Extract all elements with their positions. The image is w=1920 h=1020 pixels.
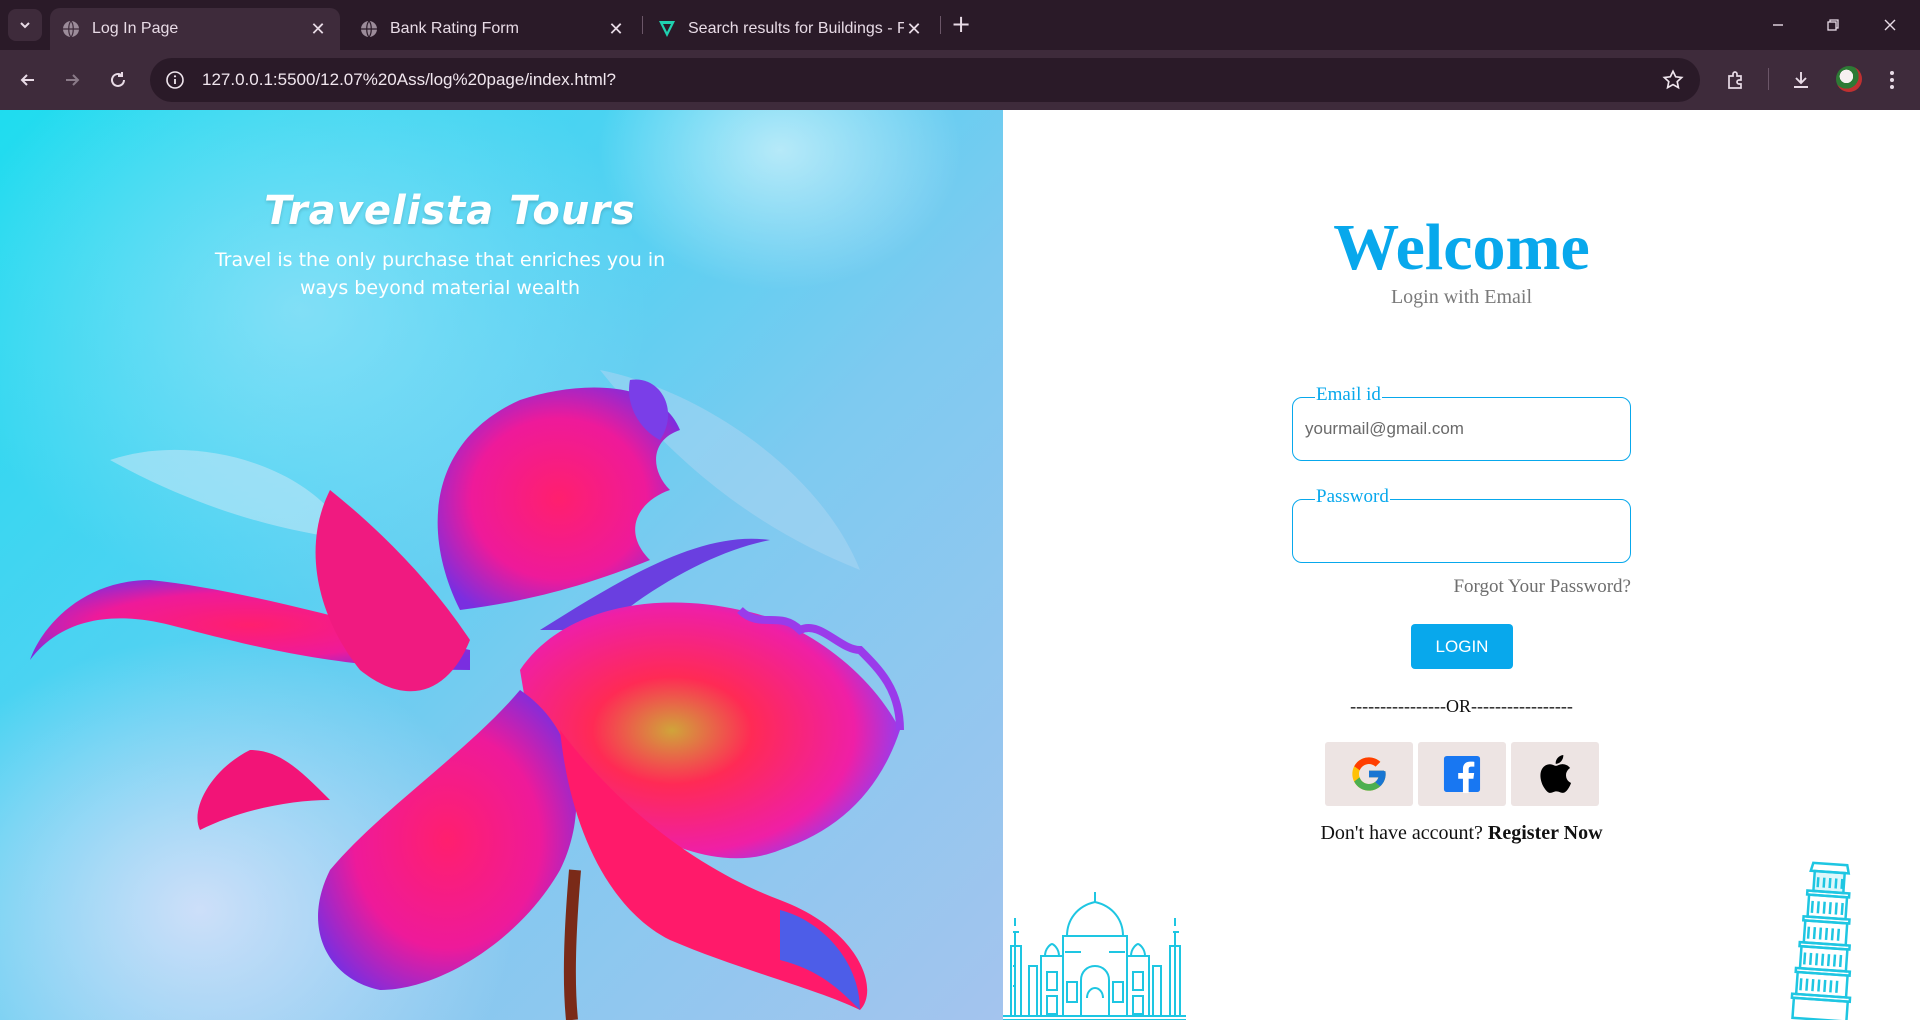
reload-button[interactable] xyxy=(102,64,134,96)
address-bar[interactable]: 127.0.0.1:5500/12.07%20Ass/log%20page/in… xyxy=(150,58,1700,102)
welcome-heading: Welcome xyxy=(1333,211,1590,284)
download-icon xyxy=(1794,72,1808,88)
apple-icon xyxy=(1540,755,1572,793)
tab-separator xyxy=(642,16,643,34)
password-input[interactable] xyxy=(1305,514,1615,548)
password-field[interactable]: Password xyxy=(1292,486,1631,563)
globe-icon xyxy=(63,20,79,38)
close-window-button[interactable] xyxy=(1875,10,1905,40)
password-label: Password xyxy=(1315,486,1390,508)
google-icon xyxy=(1352,757,1386,791)
reload-icon xyxy=(111,72,125,87)
restore-button[interactable] xyxy=(1818,10,1848,40)
flaticon-icon xyxy=(659,21,675,37)
or-divider: ----------------OR----------------- xyxy=(1350,696,1573,716)
email-input[interactable] xyxy=(1305,412,1615,446)
register-prompt-text: Don't have account? xyxy=(1320,822,1483,844)
email-field[interactable]: Email id xyxy=(1292,384,1631,461)
back-button[interactable] xyxy=(12,64,44,96)
globe-icon xyxy=(361,20,377,38)
apple-login-button[interactable] xyxy=(1511,742,1599,806)
tab-search-button[interactable] xyxy=(8,9,42,41)
arrow-right-icon xyxy=(66,74,80,86)
login-subtitle: Login with Email xyxy=(1390,286,1533,308)
email-label: Email id xyxy=(1315,384,1382,406)
close-icon xyxy=(1884,19,1896,31)
bookmark-star-icon[interactable] xyxy=(1662,69,1684,91)
close-icon[interactable]: ✕ xyxy=(904,19,924,39)
page-content: Travelista Tours Travel is the only purc… xyxy=(0,110,1920,1020)
taj-mahal-illustration xyxy=(1003,892,1186,1020)
hero-title: Travelista Tours xyxy=(264,188,636,234)
extensions-button[interactable] xyxy=(1722,66,1750,94)
browser-toolbar: 127.0.0.1:5500/12.07%20Ass/log%20page/in… xyxy=(0,50,1920,110)
site-info-icon[interactable] xyxy=(164,69,186,91)
forward-button[interactable] xyxy=(56,64,88,96)
downloads-button[interactable] xyxy=(1787,66,1815,94)
tab-title: Log In Page xyxy=(92,20,179,37)
puzzle-icon xyxy=(1728,71,1742,89)
more-vert-icon xyxy=(1890,71,1894,89)
restore-icon xyxy=(1827,19,1839,31)
tab-separator xyxy=(940,16,941,34)
minimize-button[interactable] xyxy=(1763,10,1793,40)
url-text[interactable]: 127.0.0.1:5500/12.07%20Ass/log%20page/in… xyxy=(202,70,616,90)
register-now-link[interactable]: Register Now xyxy=(1488,822,1603,844)
hero-image: Travelista Tours Travel is the only purc… xyxy=(0,110,1003,1020)
tab-search-results[interactable]: Search results for Buildings - Fl ✕ xyxy=(646,8,936,50)
tab-title: Search results for Buildings - Fl xyxy=(688,20,904,37)
tab-log-in-page[interactable]: Log In Page ✕ xyxy=(50,8,340,50)
forgot-password-link[interactable]: Forgot Your Password? xyxy=(1292,576,1631,598)
tab-bank-rating-form[interactable]: Bank Rating Form ✕ xyxy=(348,8,638,50)
toolbar-divider xyxy=(1768,68,1769,90)
hero-tagline: Travel is the only purchase that enriche… xyxy=(214,249,666,299)
close-icon[interactable]: ✕ xyxy=(308,19,328,39)
register-prompt: Don't have account? Register Now xyxy=(1003,822,1920,845)
tab-title: Bank Rating Form xyxy=(390,20,519,37)
avatar[interactable] xyxy=(1836,66,1862,92)
login-button[interactable]: LOGIN xyxy=(1411,624,1513,669)
menu-button[interactable] xyxy=(1878,66,1906,94)
arrow-left-icon xyxy=(20,74,34,86)
google-login-button[interactable] xyxy=(1325,742,1413,806)
tab-strip: Log In Page ✕ Bank Rating Form ✕ Search … xyxy=(0,0,1920,50)
facebook-login-button[interactable] xyxy=(1418,742,1506,806)
facebook-icon xyxy=(1443,755,1481,793)
leaning-tower-illustration xyxy=(1790,861,1852,1020)
minimize-icon xyxy=(1773,24,1783,26)
close-icon[interactable]: ✕ xyxy=(606,19,626,39)
new-tab-button[interactable]: + xyxy=(948,12,974,38)
chevron-down-icon xyxy=(20,22,30,29)
